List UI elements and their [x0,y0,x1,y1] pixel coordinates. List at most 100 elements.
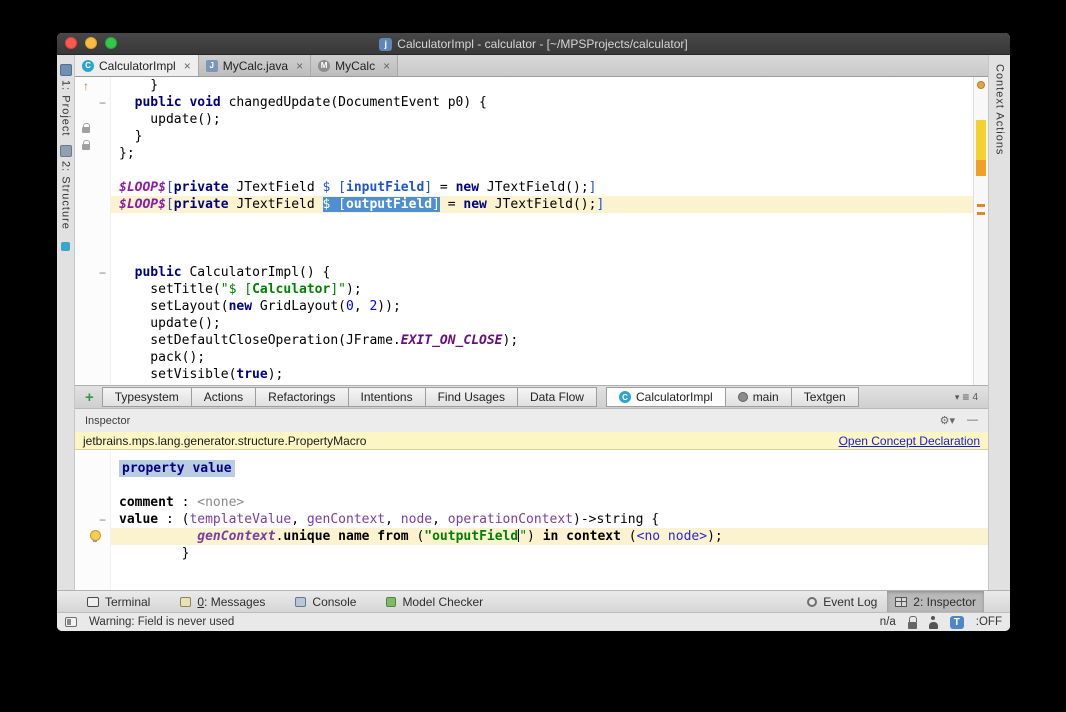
code-line[interactable]: pack(); [111,349,973,366]
tool-stripe-label: 1: Project [60,80,72,136]
code-line[interactable]: } [111,77,973,94]
statusbar: Warning: Field is never used n/a T :OFF [57,612,1010,631]
editor-tab-calculatorimpl[interactable]: CCalculatorImpl× [75,55,199,76]
tool-stripe-2-structure[interactable]: 2: Structure [60,145,72,230]
inspector-hide-icon[interactable]: — [967,414,978,427]
aspect-tab-find-usages[interactable]: Find Usages [425,387,518,407]
toolwindow-button-event-log[interactable]: Event Log [799,591,885,612]
toolwindow-label: 0: Messages [197,595,265,609]
code-line[interactable]: $LOOP$[private JTextField $ [inputField]… [111,179,973,196]
lock-icon [82,144,90,150]
tool-stripe-context-actions[interactable]: Context Actions [994,64,1006,155]
status-na: n/a [880,616,896,628]
toolwindow-toggle-icon[interactable] [65,617,77,627]
right-tool-stripe: Context Actions [988,55,1010,590]
aspect-tab-label: Refactorings [268,390,335,404]
aspect-tab-typesystem[interactable]: Typesystem [102,387,192,407]
fold-marker-icon[interactable]: − [99,515,106,525]
tab-overflow-count: 4 [972,392,978,403]
intention-bulb-icon[interactable] [90,530,100,542]
code-line[interactable]: value : (templateValue, genContext, node… [111,511,988,528]
code-line[interactable]: $LOOP$[private JTextField $ [outputField… [111,196,973,213]
code-line[interactable] [111,162,973,179]
tab-label: MyCalc.java [223,59,288,73]
structure-icon [60,145,72,157]
aspect-tab-intentions[interactable]: Intentions [348,387,426,407]
scrollbar-warning-mark[interactable] [976,160,986,176]
aspect-tab-textgen[interactable]: Textgen [791,387,859,407]
add-aspect-button[interactable]: + [85,389,94,406]
tab-overflow-button[interactable]: ▾ ≡ 4 [955,390,978,404]
code-line[interactable]: comment : <none> [111,494,988,511]
override-arrow-icon[interactable]: ↑ [83,79,89,93]
status-message: Warning: Field is never used [89,616,234,628]
code-line[interactable]: public void changedUpdate(DocumentEvent … [111,94,973,111]
toolbar-left-group: Terminal 0: Messages Console Model Checker [57,591,491,612]
code-line[interactable]: setTitle("$ [Calculator]"); [111,281,973,298]
aspect-tab-calculatorimpl[interactable]: CCalculatorImpl [606,387,726,407]
close-tab-icon[interactable]: × [383,59,390,73]
toolwindow-button-0-messages[interactable]: 0: Messages [172,591,273,612]
code-line[interactable]: public CalculatorImpl() { [111,264,973,281]
screen: j CalculatorImpl - calculator - [~/MPSPr… [0,0,1066,712]
scrollbar-warning-mark[interactable] [976,120,986,160]
tool-stripe-label: Context Actions [994,64,1006,155]
code-line[interactable]: property value [111,460,988,477]
open-concept-declaration-link[interactable]: Open Concept Declaration [839,434,980,448]
toolwindow-label: Terminal [105,595,150,609]
aspect-tabs-right: CCalculatorImplmainTextgen [606,387,858,407]
aspect-tabs-left: TypesystemActions Refactorings Intentions F… [102,387,596,407]
code-line[interactable]: setVisible(true); [111,366,973,383]
code-line[interactable]: setDefaultCloseOperation(JFrame.EXIT_ON_… [111,332,973,349]
aspect-tab-data-flow[interactable]: Data Flow [517,387,597,407]
toolwindow-button-2-inspector[interactable]: 2: Inspector [887,591,984,612]
code-line[interactable]: genContext.unique name from ("outputFiel… [111,528,988,545]
scrollbar-tick-mark[interactable] [977,204,985,207]
bottom-toolbar: Terminal0: MessagesConsoleModel Checker … [57,590,1010,612]
inspector-gutter: − [75,450,111,590]
close-tab-icon[interactable]: × [296,59,303,73]
code-line[interactable]: update(); [111,111,973,128]
code-line[interactable] [111,213,973,230]
aspect-tab-refactorings[interactable]: Refactorings [255,387,348,407]
concept-bar: jetbrains.mps.lang.generator.structure.P… [75,432,988,450]
aspect-tab-main[interactable]: main [725,387,792,407]
inspector-header: Inspector ⚙▾ — [75,408,988,432]
window-title: j CalculatorImpl - calculator - [~/MPSPr… [57,33,1010,55]
typesystem-badge[interactable]: T [950,616,964,629]
editor-scrollbar[interactable] [973,77,988,385]
code-line[interactable] [111,247,973,264]
toolwindow-button-console[interactable]: Console [287,591,364,612]
code-line[interactable]: }; [111,145,973,162]
titlebar: j CalculatorImpl - calculator - [~/MPSPr… [57,33,1010,55]
scrollbar-tick-mark[interactable] [977,212,985,215]
inspection-indicator-icon[interactable] [977,81,985,89]
fold-marker-icon[interactable]: − [99,98,106,108]
aspect-tab-label: Find Usages [438,390,505,404]
editor-tab-mycalc[interactable]: MMyCalc× [311,55,398,76]
editor[interactable]: ↑ − − } public void changedUpdate(Docume… [75,77,988,385]
project-icon [60,64,72,76]
inspector-settings-icon[interactable]: ⚙▾ [940,414,955,427]
model-icon [738,392,748,402]
inspector-content[interactable]: − property value comment : <none>value :… [75,450,988,590]
code-line[interactable] [111,230,973,247]
code-line[interactable]: } [111,128,973,145]
tool-stripe-1-project[interactable]: 1: Project [60,64,72,136]
aspect-tab-label: Intentions [361,390,413,404]
code-line[interactable]: update(); [111,315,973,332]
hector-inspector-icon[interactable] [929,616,938,629]
toolwindow-button-model-checker[interactable]: Model Checker [378,591,491,612]
code-line[interactable]: } [111,545,988,562]
code-line[interactable]: setLayout(new GridLayout(0, 2)); [111,298,973,315]
code-line[interactable] [111,477,988,494]
lock-icon[interactable] [908,616,917,629]
aspect-tab-actions[interactable]: Actions [191,387,256,407]
inspector-code[interactable]: property value comment : <none>value : (… [111,460,988,590]
toolwindow-button-terminal[interactable]: Terminal [79,591,158,612]
editor-code[interactable]: } public void changedUpdate(DocumentEven… [111,77,973,385]
fold-marker-icon[interactable]: − [99,268,106,278]
editor-tab-mycalc-java[interactable]: JMyCalc.java× [199,55,311,76]
close-tab-icon[interactable]: × [184,59,191,73]
editor-tabbar: CCalculatorImpl×JMyCalc.java×MMyCalc× [75,55,988,77]
